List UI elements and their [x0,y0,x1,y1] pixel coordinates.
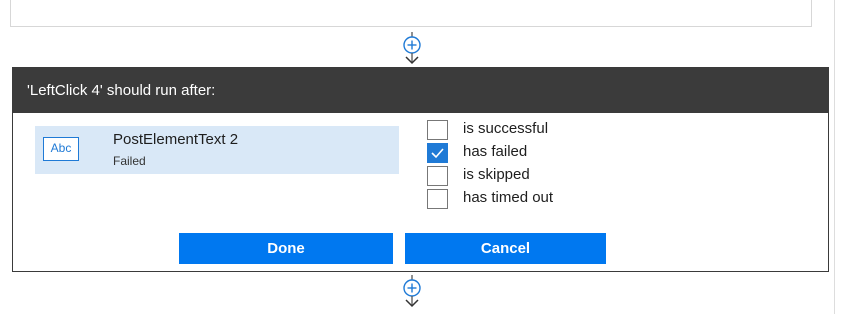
abc-text-icon: Abc [43,137,79,161]
option-has-failed[interactable]: has failed [427,141,647,164]
checkbox-is-successful[interactable] [427,120,448,140]
option-has-timed-out[interactable]: has timed out [427,187,647,210]
cancel-button[interactable]: Cancel [405,233,606,264]
checkmark-icon [431,148,444,159]
step-card[interactable]: Abc PostElementText 2 Failed [35,126,399,174]
option-label: has failed [463,143,528,160]
step-name: PostElementText 2 [113,131,239,148]
add-step-connector[interactable] [397,32,427,66]
dialog-title: 'LeftClick 4' should run after: [13,68,828,113]
add-step-icon[interactable] [397,32,427,66]
checkbox-has-timed-out[interactable] [427,189,448,209]
previous-step-card[interactable] [10,0,812,27]
option-label: is skipped [463,166,530,183]
option-label: is successful [463,120,549,137]
add-step-icon[interactable] [397,275,427,309]
checkbox-is-skipped[interactable] [427,166,448,186]
flow-canvas: 'LeftClick 4' should run after: Abc Post… [0,0,842,314]
run-after-dialog: 'LeftClick 4' should run after: Abc Post… [12,67,829,272]
run-after-options: is successful has failed is skipped has … [427,118,647,210]
panel-divider [834,0,835,314]
option-label: has timed out [463,189,554,206]
checkbox-has-failed[interactable] [427,143,448,163]
option-is-successful[interactable]: is successful [427,118,647,141]
step-status: Failed [113,154,146,168]
option-is-skipped[interactable]: is skipped [427,164,647,187]
add-step-connector[interactable] [397,275,427,309]
done-button[interactable]: Done [179,233,393,264]
